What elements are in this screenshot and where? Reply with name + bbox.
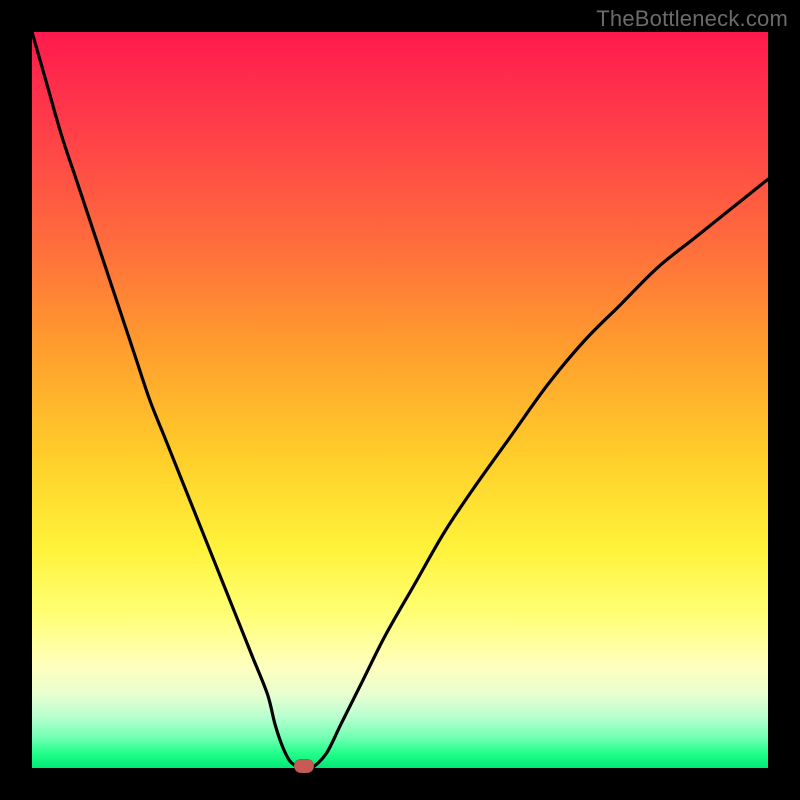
chart-frame: TheBottleneck.com bbox=[0, 0, 800, 800]
bottleneck-curve bbox=[32, 32, 768, 768]
watermark-text: TheBottleneck.com bbox=[596, 6, 788, 32]
plot-area bbox=[32, 32, 768, 768]
optimum-marker bbox=[294, 759, 314, 773]
